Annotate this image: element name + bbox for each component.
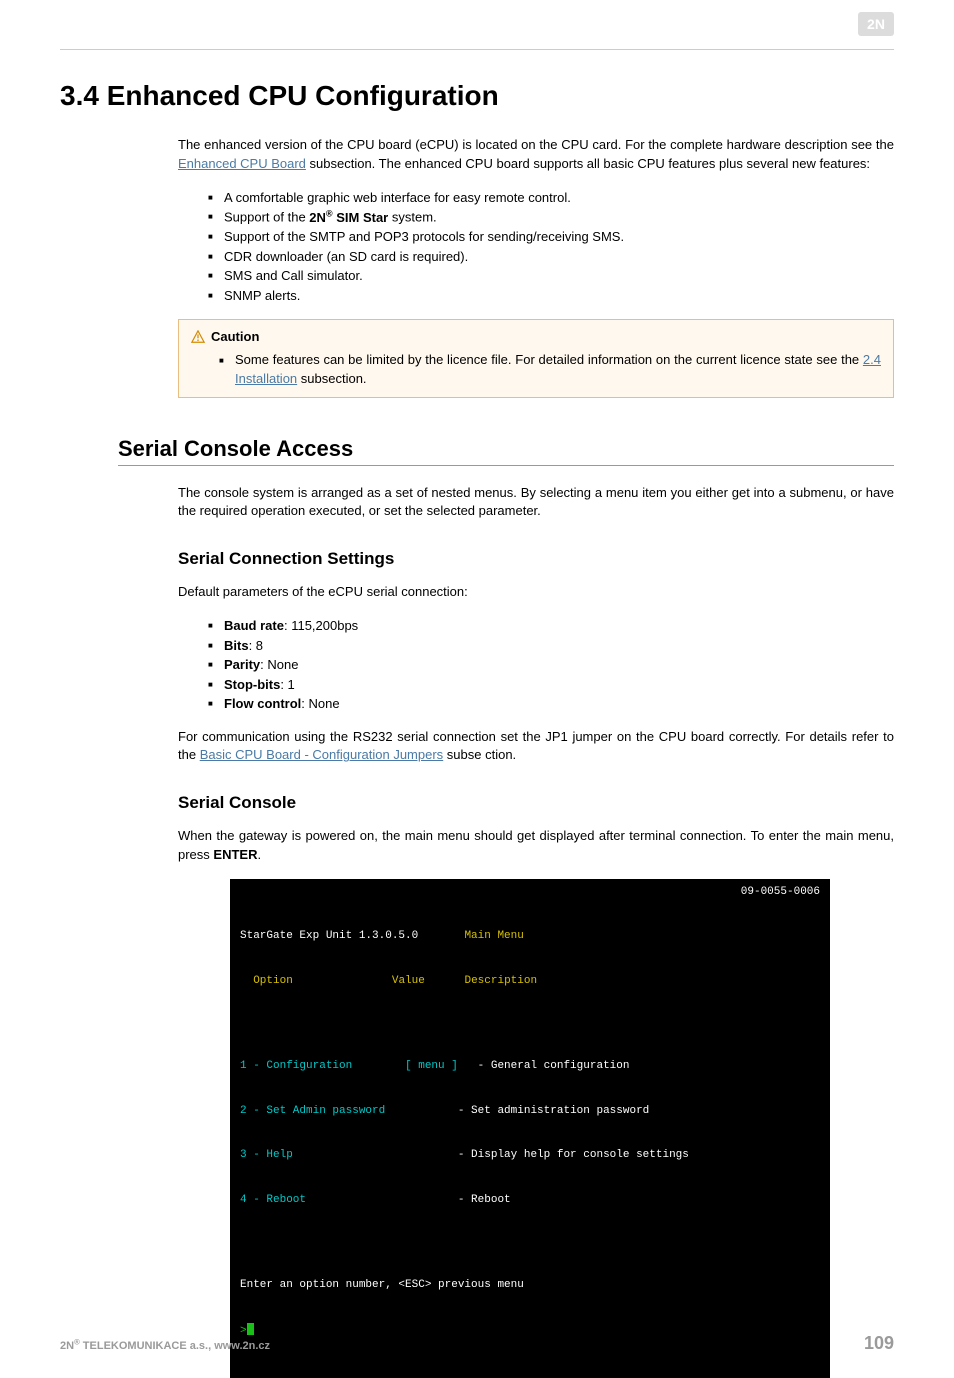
param-label: Flow control	[224, 696, 301, 711]
param-label: Stop-bits	[224, 677, 280, 692]
text: When the gateway is powered on, the main…	[178, 828, 894, 862]
link-enhanced-cpu-board[interactable]: Enhanced CPU Board	[178, 156, 306, 171]
text: Some features can be limited by the lice…	[235, 352, 863, 367]
param-label: Parity	[224, 657, 260, 672]
list-item: Stop-bits: 1	[208, 675, 894, 695]
param-value: : 115,200bps	[284, 618, 358, 633]
terminal-col-option: Option	[240, 975, 293, 987]
list-item: Support of the 2N® SIM Star system.	[208, 207, 894, 227]
text: 2N	[309, 210, 326, 225]
caution-callout: Caution Some features can be limited by …	[178, 319, 894, 398]
text: subsection. The enhanced CPU board suppo…	[306, 156, 870, 171]
terminal-row: 3 - Help	[240, 1149, 293, 1161]
intro-paragraph: The enhanced version of the CPU board (e…	[178, 136, 894, 174]
list-item: Support of the SMTP and POP3 protocols f…	[208, 227, 894, 247]
list-item: Parity: None	[208, 655, 894, 675]
section-heading: Serial Console Access	[118, 436, 894, 466]
terminal-row-desc: - Set administration password	[385, 1105, 649, 1117]
page-number: 109	[864, 1333, 894, 1354]
text: subse ction.	[443, 747, 516, 762]
terminal-row-desc: - Reboot	[306, 1194, 511, 1206]
terminal-prompt-hint: Enter an option number, <ESC> previous m…	[240, 1278, 820, 1293]
page-title: 3.4 Enhanced CPU Configuration	[60, 80, 894, 112]
console-paragraph: When the gateway is powered on, the main…	[178, 827, 894, 865]
subsection-heading: Serial Console	[178, 793, 894, 813]
callout-item: Some features can be limited by the lice…	[219, 351, 881, 389]
list-item: SNMP alerts.	[208, 286, 894, 306]
param-value: : None	[301, 696, 339, 711]
page-content: 3.4 Enhanced CPU Configuration The enhan…	[0, 50, 954, 1378]
text: Support of the	[224, 210, 309, 225]
conn-paragraph-2: For communication using the RS232 serial…	[178, 728, 894, 766]
text: system.	[388, 210, 436, 225]
callout-header: Caution	[191, 328, 881, 347]
conn-paragraph: Default parameters of the eCPU serial co…	[178, 583, 894, 602]
param-value: : 1	[280, 677, 294, 692]
params-list: Baud rate: 115,200bps Bits: 8 Parity: No…	[208, 616, 894, 714]
text: ENTER	[213, 847, 257, 862]
list-item: Bits: 8	[208, 636, 894, 656]
subsection-heading: Serial Connection Settings	[178, 549, 894, 569]
terminal-serial: 09-0055-0006	[741, 885, 820, 900]
terminal-menu-title: Main Menu	[464, 930, 523, 942]
param-value: : 8	[249, 638, 263, 653]
terminal-row: 2 - Set Admin password	[240, 1105, 385, 1117]
terminal-col-desc: Description	[464, 975, 537, 987]
terminal-col-value: Value	[392, 975, 425, 987]
page-header: 2N	[60, 0, 894, 50]
list-item: Baud rate: 115,200bps	[208, 616, 894, 636]
list-item: A comfortable graphic web interface for …	[208, 188, 894, 208]
brand-text: 2N	[867, 16, 885, 32]
link-basic-cpu-board[interactable]: Basic CPU Board - Configuration Jumpers	[200, 747, 444, 762]
text: The enhanced version of the CPU board (e…	[178, 137, 894, 152]
text: TELEKOMUNIKACE a.s., www.2n.cz	[80, 1340, 270, 1352]
param-value: : None	[260, 657, 298, 672]
terminal-app-title: StarGate Exp Unit 1.3.0.5.0	[240, 930, 418, 942]
feature-list: A comfortable graphic web interface for …	[208, 188, 894, 305]
serial-access-paragraph: The console system is arranged as a set …	[178, 484, 894, 522]
page-footer: 2N® TELEKOMUNIKACE a.s., www.2n.cz 109	[60, 1333, 894, 1354]
terminal-row: 4 - Reboot	[240, 1194, 306, 1206]
terminal-row: 1 - Configuration [ menu ]	[240, 1060, 458, 1072]
warning-icon	[191, 330, 205, 344]
terminal-row-desc: - Display help for console settings	[293, 1149, 689, 1161]
terminal-screenshot: 09-0055-0006 StarGate Exp Unit 1.3.0.5.0…	[230, 879, 830, 1378]
text: 2N	[60, 1340, 74, 1352]
callout-title: Caution	[211, 328, 259, 347]
text: subsection.	[297, 371, 366, 386]
text: SIM Star	[333, 210, 389, 225]
list-item: SMS and Call simulator.	[208, 266, 894, 286]
param-label: Baud rate	[224, 618, 284, 633]
list-item: Flow control: None	[208, 694, 894, 714]
terminal-row-desc: - General configuration	[458, 1060, 630, 1072]
param-label: Bits	[224, 638, 249, 653]
text: .	[257, 847, 261, 862]
list-item: CDR downloader (an SD card is required).	[208, 247, 894, 267]
brand-logo: 2N	[858, 12, 894, 39]
